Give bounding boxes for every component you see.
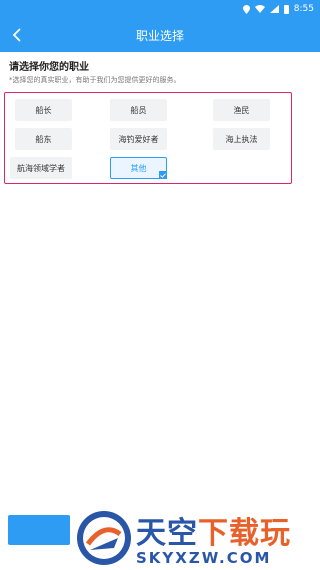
status-bar: 8:55 (0, 0, 320, 18)
occupation-hint: *选择您的真实职业，有助于我们为您提供更好的服务。 (9, 76, 181, 84)
option-label: 海上执法 (225, 134, 258, 144)
check-icon (159, 171, 167, 179)
back-button[interactable] (4, 22, 30, 48)
confirm-button[interactable] (8, 515, 70, 545)
option-maritime-scholar[interactable]: 航海领域学者 (10, 157, 72, 179)
option-label: 其他 (130, 163, 147, 173)
occupation-prompt: 请选择你您的职业 (9, 62, 89, 73)
watermark-text-blue: 天空 (136, 516, 198, 551)
watermark-logo: 天空下载玩 SKYXZW.COM (72, 505, 320, 570)
watermark-url: SKYXZW.COM (136, 549, 272, 567)
wifi-icon (254, 5, 265, 13)
watermark-text-main: 天空下载玩 (136, 508, 291, 552)
header: 职业选择 (0, 18, 320, 52)
location-icon (242, 4, 250, 14)
battery-icon (283, 4, 289, 14)
option-sea-angler[interactable]: 海钓爱好者 (110, 128, 167, 150)
option-captain[interactable]: 船长 (15, 99, 72, 121)
option-label: 渔民 (233, 105, 250, 115)
option-label: 海钓爱好者 (118, 134, 159, 144)
occupation-options: 船长 船员 渔民 船东 海钓爱好者 海上执法 航海领域学者 其他 (4, 92, 292, 184)
option-crew[interactable]: 船员 (110, 99, 167, 121)
option-other[interactable]: 其他 (110, 157, 167, 179)
option-shipowner[interactable]: 船东 (15, 128, 72, 150)
page-title: 职业选择 (135, 28, 184, 43)
watermark-emblem-icon (77, 511, 131, 565)
status-time: 8:55 (293, 4, 314, 14)
option-label: 船东 (35, 134, 52, 144)
watermark-text-orange: 下载玩 (198, 516, 291, 551)
option-label: 船长 (35, 105, 52, 115)
option-label: 船员 (130, 105, 147, 115)
option-label: 航海领域学者 (17, 163, 65, 173)
chevron-left-icon (12, 28, 21, 42)
option-fisherman[interactable]: 渔民 (213, 99, 270, 121)
option-maritime-enforcement[interactable]: 海上执法 (213, 128, 270, 150)
signal-icon (269, 5, 279, 13)
